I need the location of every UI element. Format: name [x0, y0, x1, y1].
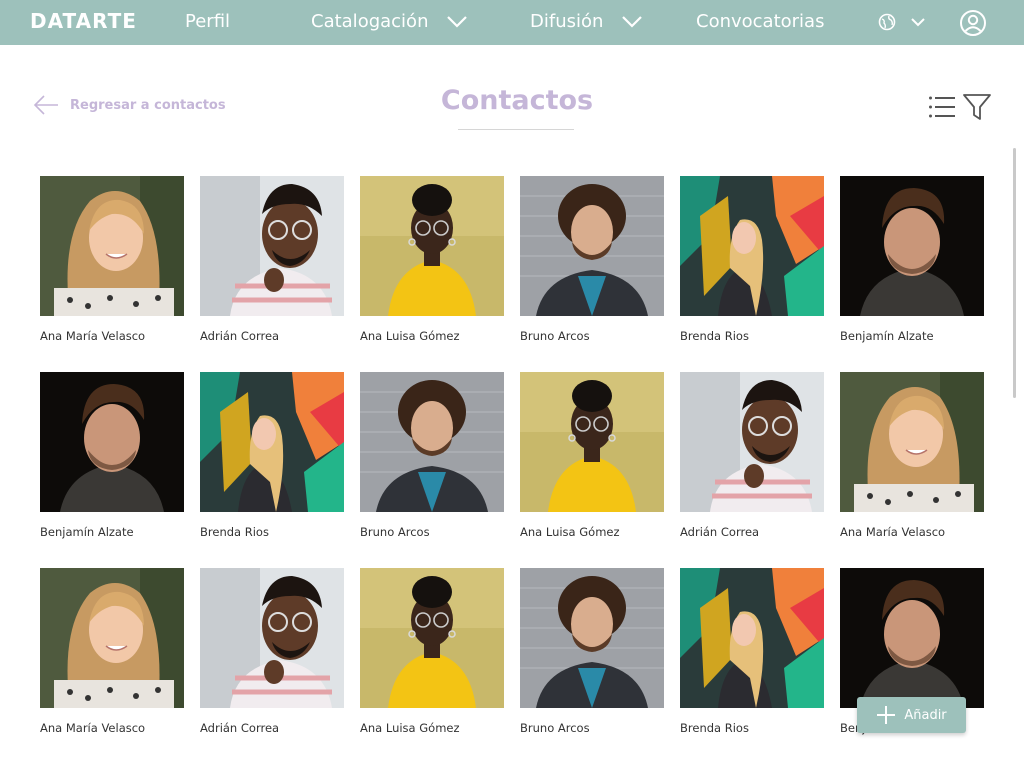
contact-photo [360, 176, 504, 316]
contact-photo [40, 372, 184, 512]
contact-name: Ana Luisa Gómez [520, 525, 620, 539]
contact-card[interactable]: Ana María Velasco [840, 372, 984, 552]
contact-name: Brenda Rios [680, 329, 749, 343]
contact-name: Bruno Arcos [360, 525, 430, 539]
contact-photo [840, 176, 984, 316]
page-title: Contactos [440, 85, 594, 116]
contact-card[interactable]: Brenda Rios [200, 372, 344, 552]
contact-card[interactable]: Ana Luisa Gómez [360, 568, 504, 748]
contact-name: Ana María Velasco [40, 721, 146, 735]
contact-name: Benjamín Alzate [840, 329, 934, 343]
add-contact-button[interactable]: Añadir [857, 697, 966, 733]
nav-perfil-label: Perfil [185, 11, 231, 32]
nav-convocatorias-label: Convocatorias [696, 11, 825, 32]
contact-name: Ana Luisa Gómez [360, 721, 460, 735]
datarte-logo[interactable]: DATARTE [30, 9, 137, 33]
contact-photo [40, 176, 184, 316]
contact-card[interactable]: Bruno Arcos [520, 176, 664, 356]
contact-name: Bruno Arcos [520, 721, 590, 735]
plus-icon [877, 706, 896, 724]
contact-card[interactable]: Ana Luisa Gómez [520, 372, 664, 552]
title-underline [458, 129, 574, 130]
scrollbar[interactable] [1013, 148, 1016, 398]
nav-catalogacion-label: Catalogación [311, 11, 429, 32]
top-navigation-bar: DATARTE Perfil Catalogación Difusión Con… [0, 0, 1024, 45]
contacts-grid: Ana María Velasco Adrián Correa Ana Luis… [40, 176, 984, 748]
contact-card[interactable]: Adrián Correa [200, 176, 344, 356]
contact-card[interactable]: Bruno Arcos [360, 372, 504, 552]
contact-name: Ana María Velasco [840, 525, 946, 539]
chevron-down-icon [911, 18, 925, 27]
contact-name: Adrián Correa [200, 329, 280, 343]
contact-name: Ana María Velasco [40, 329, 146, 343]
contact-photo [200, 372, 344, 512]
contact-photo [520, 568, 664, 708]
contact-photo [840, 372, 984, 512]
nav-convocatorias[interactable]: Convocatorias [696, 11, 824, 32]
contact-photo [680, 372, 824, 512]
contact-name: Brenda Rios [200, 525, 269, 539]
contact-photo [40, 568, 184, 708]
contact-card[interactable]: Adrián Correa [200, 568, 344, 748]
contact-card[interactable]: Benjamín Alzate [840, 176, 984, 356]
contact-card[interactable]: Ana María Velasco [40, 568, 184, 748]
contact-card[interactable]: Benjamín Alzate [40, 372, 184, 552]
nav-difusion-label: Difusión [530, 11, 604, 32]
contact-photo [200, 568, 344, 708]
contact-photo [360, 568, 504, 708]
contact-name: Benjamín Alzate [40, 525, 134, 539]
contact-photo [520, 372, 664, 512]
contact-photo [680, 568, 824, 708]
contact-photo [520, 176, 664, 316]
contact-name: Adrián Correa [200, 721, 280, 735]
contact-card[interactable]: Bruno Arcos [520, 568, 664, 748]
globe-icon [878, 13, 896, 31]
contact-photo [840, 568, 984, 708]
add-button-label: Añadir [904, 707, 947, 723]
nav-perfil[interactable]: Perfil [185, 11, 230, 32]
contact-name: Bruno Arcos [520, 329, 590, 343]
chevron-down-icon [447, 15, 468, 28]
nav-catalogacion[interactable]: Catalogación [311, 11, 468, 32]
contact-card[interactable]: Brenda Rios [680, 176, 824, 356]
contact-photo [680, 176, 824, 316]
list-view-icon[interactable] [928, 95, 956, 119]
contact-card[interactable]: Brenda Rios [680, 568, 824, 748]
contact-name: Ana Luisa Gómez [360, 329, 460, 343]
language-selector[interactable] [878, 13, 926, 31]
contact-card[interactable]: Ana Luisa Gómez [360, 176, 504, 356]
nav-difusion[interactable]: Difusión [530, 11, 643, 32]
contact-card[interactable]: Adrián Correa [680, 372, 824, 552]
contact-name: Adrián Correa [680, 525, 760, 539]
contact-photo [200, 176, 344, 316]
contact-photo [360, 372, 504, 512]
contact-name: Brenda Rios [680, 721, 749, 735]
contact-card[interactable]: Ana María Velasco [40, 176, 184, 356]
filter-icon[interactable] [962, 93, 992, 121]
chevron-down-icon [622, 15, 643, 28]
user-circle-icon[interactable] [959, 9, 987, 37]
